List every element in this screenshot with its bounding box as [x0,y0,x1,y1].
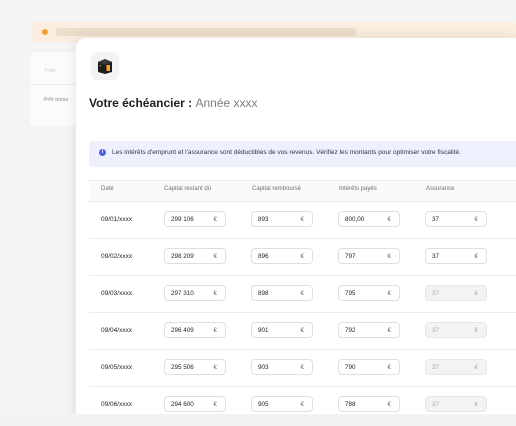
interets-input[interactable]: 790 € [338,359,400,375]
currency-unit: € [474,252,478,260]
interets-input-value: 795 [345,289,356,297]
assurance-input-value: 37 [432,363,440,371]
interets-input[interactable]: 797 € [338,248,400,264]
capital-restant-input-value: 297 310 [171,289,194,297]
column-header-date: Date [101,186,114,192]
row-date: 09/05/xxxx [101,364,133,371]
assurance-input: 37 € [425,396,487,412]
assurance-input[interactable]: 37 € [425,248,487,264]
currency-unit: € [300,400,304,408]
capital-restant-input[interactable]: 295 506 € [164,359,226,375]
bank-icon [91,52,119,80]
currency-unit: € [474,363,478,371]
info-icon: i [99,149,106,156]
column-header-capital-restant: Capital restant dû [164,186,212,192]
capital-rembourse-input-value: 893 [258,215,269,223]
currency-unit: € [387,363,391,371]
assurance-input-value: 37 [432,326,440,334]
assurance-input: 37 € [425,285,487,301]
currency-unit: € [387,252,391,260]
currency-unit: € [387,400,391,408]
row-date: 09/06/xxxx [101,401,133,408]
currency-unit: € [387,289,391,297]
capital-restant-input[interactable]: 298 209 € [164,248,226,264]
title-label: Votre échéancier : [89,96,193,110]
currency-unit: € [300,215,304,223]
assurance-input-value: 37 [432,215,440,223]
interets-input-value: 788 [345,400,356,408]
capital-rembourse-input[interactable]: 893 € [251,211,313,227]
info-text: Les intérêts d'emprunt et l'assurance so… [112,149,461,156]
warning-banner-text-placeholder [56,28,356,36]
currency-unit: € [474,215,478,223]
capital-rembourse-input[interactable]: 903 € [251,359,313,375]
capital-restant-input-value: 295 506 [171,363,194,371]
currency-unit: € [300,363,304,371]
currency-unit: € [213,252,217,260]
currency-unit: € [474,400,478,408]
bottom-edge [0,414,516,426]
capital-rembourse-input-value: 896 [258,252,269,260]
currency-unit: € [474,326,478,334]
currency-unit: € [387,326,391,334]
assurance-input-value: 37 [432,289,440,297]
capital-restant-input[interactable]: 296 409 € [164,322,226,338]
currency-unit: € [213,400,217,408]
interets-input-value: 800,00 [345,215,365,223]
capital-restant-input[interactable]: 294 600 € [164,396,226,412]
currency-unit: € [474,289,478,297]
assurance-input-value: 37 [432,400,440,408]
title-year: Année xxxx [195,96,258,110]
capital-rembourse-input-value: 901 [258,326,269,334]
capital-restant-input[interactable]: 297 310 € [164,285,226,301]
interets-input-value: 792 [345,326,356,334]
interets-input-value: 797 [345,252,356,260]
row-date: 09/02/xxxx [101,253,133,260]
row-date: 09/04/xxxx [101,327,133,334]
warning-icon [42,29,48,35]
modal-title: Votre échéancier : Année xxxx [89,96,258,110]
column-header-capital-rembourse: Capital remboursé [252,186,302,192]
column-header-assurance: Assurance [426,186,455,192]
interets-input[interactable]: 800,00 € [338,211,400,227]
interets-input[interactable]: 792 € [338,322,400,338]
capital-rembourse-input[interactable]: 905 € [251,396,313,412]
row-date: 09/03/xxxx [101,290,133,297]
capital-restant-input-value: 298 209 [171,252,194,260]
currency-unit: € [213,215,217,223]
capital-restant-input-value: 296 409 [171,326,194,334]
currency-unit: € [213,289,217,297]
assurance-input-value: 37 [432,252,440,260]
capital-rembourse-input-value: 898 [258,289,269,297]
currency-unit: € [213,326,217,334]
column-header-interets: Intérêts payés [339,186,377,192]
capital-rembourse-input-value: 903 [258,363,269,371]
assurance-input: 37 € [425,359,487,375]
capital-rembourse-input-value: 905 [258,400,269,408]
currency-unit: € [300,326,304,334]
currency-unit: € [387,215,391,223]
capital-restant-input-value: 299 106 [171,215,194,223]
interets-input[interactable]: 795 € [338,285,400,301]
row-date: 09/01/xxxx [101,216,133,223]
assurance-input[interactable]: 37 € [425,211,487,227]
capital-restant-input[interactable]: 299 106 € [164,211,226,227]
assurance-input: 37 € [425,322,487,338]
currency-unit: € [300,252,304,260]
currency-unit: € [213,363,217,371]
background-field-value: Prêt immo [44,97,69,103]
interets-input[interactable]: 788 € [338,396,400,412]
capital-rembourse-input[interactable]: 898 € [251,285,313,301]
capital-rembourse-input[interactable]: 901 € [251,322,313,338]
interets-input-value: 790 [345,363,356,371]
capital-restant-input-value: 294 600 [171,400,194,408]
capital-rembourse-input[interactable]: 896 € [251,248,313,264]
background-field-label: Type [44,68,56,74]
currency-unit: € [300,289,304,297]
